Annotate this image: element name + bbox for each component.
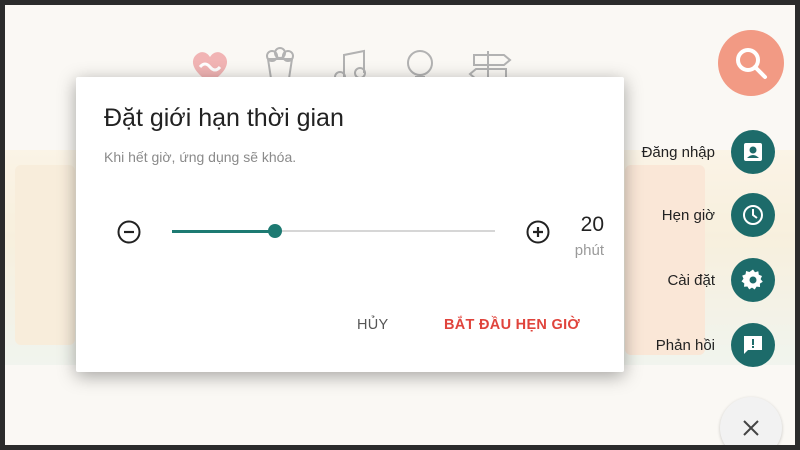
dialog-message: Khi hết giờ, ứng dụng sẽ khóa.	[104, 149, 297, 165]
menu-item-label: Phản hồi	[655, 336, 715, 354]
app-screen: Đăng nhập Hẹn giờ Cài đặt Phản hồi Đặt g…	[5, 5, 795, 445]
feedback-icon	[731, 323, 775, 367]
menu-item-settings[interactable]: Cài đặt	[667, 258, 775, 302]
decrease-button[interactable]	[116, 219, 142, 245]
time-slider[interactable]	[172, 224, 495, 238]
menu-item-timer[interactable]: Hẹn giờ	[662, 193, 775, 237]
menu-item-label: Cài đặt	[667, 271, 715, 289]
close-icon	[743, 420, 759, 436]
slider-fill	[172, 229, 276, 233]
menu-item-login[interactable]: Đăng nhập	[642, 130, 775, 174]
clock-icon	[731, 193, 775, 237]
search-button[interactable]	[718, 30, 784, 96]
menu-item-label: Đăng nhập	[641, 143, 715, 161]
menu-item-feedback[interactable]: Phản hồi	[656, 323, 775, 367]
menu-item-label: Hẹn giờ	[661, 206, 715, 224]
timer-value: 20	[580, 213, 604, 236]
plus-circle-icon	[526, 220, 550, 244]
minus-circle-icon	[117, 220, 141, 244]
time-limit-dialog: Đặt giới hạn thời gian Khi hết giờ, ứng …	[76, 77, 624, 372]
increase-button[interactable]	[525, 219, 551, 245]
account-box-icon	[731, 130, 775, 174]
timer-unit: phút	[574, 242, 604, 259]
dialog-title: Đặt giới hạn thời gian	[104, 104, 344, 132]
slider-thumb[interactable]	[268, 224, 283, 238]
gear-icon	[731, 258, 775, 302]
cancel-button[interactable]: HỦY	[357, 317, 389, 333]
search-icon	[736, 48, 767, 79]
start-timer-button[interactable]: BẮT ĐẦU HẸN GIỜ	[444, 317, 580, 333]
